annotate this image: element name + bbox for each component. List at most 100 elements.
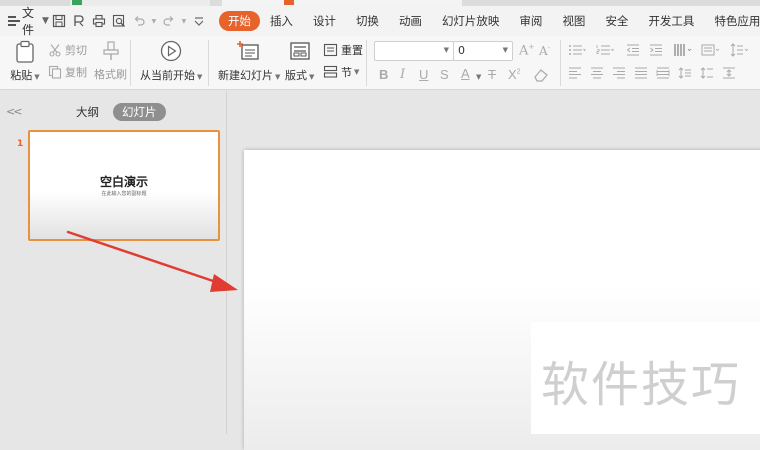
redo-icon [163, 16, 174, 26]
tab-slideshow[interactable]: 幻灯片放映 [432, 11, 510, 31]
tab-outline[interactable]: 大纲 [70, 103, 105, 121]
text-direction-button[interactable] [701, 44, 721, 59]
file-menu[interactable]: 文件 ▼ [0, 6, 49, 37]
chevron-down-icon: ▼ [443, 46, 449, 54]
export-pdf-button[interactable] [69, 11, 89, 31]
italic-button[interactable]: I [400, 67, 405, 82]
vertical-align-icon [723, 67, 735, 79]
justify-button[interactable] [634, 67, 648, 82]
play-from-current-button[interactable]: 从当前开始 ▼ [140, 40, 202, 83]
decrease-indent-button[interactable] [626, 44, 640, 59]
format-painter-label: 格式刷 [94, 68, 127, 81]
new-slide-button[interactable]: 新建幻灯片 ▼ [218, 40, 280, 83]
tab-view[interactable]: 视图 [552, 11, 595, 31]
line-spacing-button[interactable] [730, 43, 750, 60]
undo-dropdown[interactable]: ▼ [149, 11, 159, 31]
align-right-icon [613, 67, 625, 79]
increase-font-button[interactable]: A+ [519, 43, 534, 58]
watermark: 软件技巧 [541, 357, 742, 413]
tab-security[interactable]: 安全 [595, 11, 638, 31]
undo-icon [134, 16, 145, 26]
bold-button[interactable]: B [379, 67, 388, 82]
chevron-down-icon: ▼ [34, 73, 40, 81]
section-label: 节 [341, 66, 352, 79]
align-center-button[interactable] [590, 67, 604, 82]
tab-review[interactable]: 审阅 [509, 11, 552, 31]
quick-access-toolbar: ▼ ▼ [49, 6, 209, 36]
numbered-list-icon [596, 45, 614, 55]
redo-dropdown[interactable]: ▼ [179, 11, 189, 31]
ribbon-tabs: 开始 插入 设计 切换 动画 幻灯片放映 审阅 视图 安全 开发工具 特色应用 [218, 6, 760, 36]
play-from-current-label: 从当前开始 [140, 69, 195, 82]
numbered-list-button[interactable] [596, 44, 614, 59]
tab-animations[interactable]: 动画 [389, 11, 432, 31]
tab-features[interactable]: 特色应用 [704, 11, 760, 31]
vertical-align-button[interactable] [722, 67, 736, 82]
collapse-panel-icon[interactable]: << [6, 105, 23, 118]
reset-label: 重置 [341, 44, 363, 57]
text-columns-button[interactable] [673, 43, 693, 60]
slide-thumbnail[interactable]: 空白演示 在此输入您的副标题 [28, 130, 220, 241]
print-button[interactable] [89, 11, 109, 31]
save-button[interactable] [49, 11, 69, 31]
tab-insert[interactable]: 插入 [260, 11, 303, 31]
chevron-down-icon: ▼ [309, 73, 315, 81]
bullet-list-button[interactable] [568, 44, 586, 59]
chevron-down-icon: ▼ [42, 16, 49, 26]
paste-button[interactable]: 粘贴 ▼ [10, 40, 40, 83]
undo-button[interactable] [129, 11, 149, 31]
line-spacing-icon [730, 43, 749, 57]
tab-slides[interactable]: 幻灯片 [113, 103, 166, 121]
scissors-icon [49, 44, 61, 57]
tab-transitions[interactable]: 切换 [346, 11, 389, 31]
customize-icon [194, 17, 204, 26]
font-size-select[interactable]: 0 ▼ [453, 41, 513, 61]
strikethrough-button[interactable]: T [488, 67, 496, 82]
print-preview-button[interactable] [109, 11, 129, 31]
chevron-down-icon: ▼ [197, 73, 203, 81]
tab-design[interactable]: 设计 [303, 11, 346, 31]
copy-button[interactable]: 复制 [48, 64, 87, 80]
superscript-button[interactable]: X2 [508, 67, 521, 82]
align-center-icon [591, 67, 603, 79]
layout-button[interactable]: 版式 ▼ [285, 40, 314, 83]
align-left-button[interactable] [568, 67, 582, 82]
format-painter-button[interactable]: 格式刷 [94, 40, 127, 82]
copy-icon [48, 65, 62, 79]
paragraph-spacing-icon [700, 67, 713, 79]
chevron-down-icon: ▼ [275, 73, 281, 81]
shadow-button[interactable]: S [440, 67, 449, 82]
vertical-spacing-button[interactable] [678, 67, 692, 82]
chevron-down-icon: ▼ [181, 17, 187, 25]
increase-indent-button[interactable] [649, 44, 663, 59]
print-icon [92, 14, 105, 28]
cut-label: 剪切 [65, 44, 87, 57]
chevron-down-icon: ▼ [502, 46, 508, 54]
outdent-icon [626, 44, 639, 56]
format-painter-icon [102, 41, 119, 60]
panel-tabs: 大纲 幻灯片 [70, 103, 166, 121]
customize-toolbar-button[interactable] [189, 11, 209, 31]
redo-button[interactable] [159, 11, 179, 31]
align-left-icon [569, 67, 581, 79]
divider [130, 40, 131, 86]
distribute-button[interactable] [656, 67, 670, 82]
cut-button[interactable]: 剪切 [48, 42, 87, 58]
chevron-down-icon: ▼ [151, 17, 157, 25]
section-button[interactable]: 节 ▼ [323, 64, 359, 80]
font-color-button[interactable]: A [461, 66, 470, 81]
tab-home[interactable]: 开始 [218, 11, 260, 31]
new-slide-icon [237, 41, 259, 60]
reset-button[interactable]: 重置 [323, 42, 363, 58]
underline-button[interactable]: U [419, 67, 428, 82]
ppt-icon [284, 0, 294, 5]
align-right-button[interactable] [612, 67, 626, 82]
tab-developer[interactable]: 开发工具 [638, 11, 704, 31]
decrease-font-button[interactable]: A- [539, 44, 550, 58]
font-family-select[interactable]: ▼ [374, 41, 454, 61]
clear-format-button[interactable] [533, 68, 549, 85]
preview-icon [112, 14, 125, 27]
chevron-down-icon[interactable]: ▼ [476, 73, 481, 81]
paragraph-spacing-button[interactable] [700, 67, 714, 82]
copy-label: 复制 [65, 66, 87, 79]
